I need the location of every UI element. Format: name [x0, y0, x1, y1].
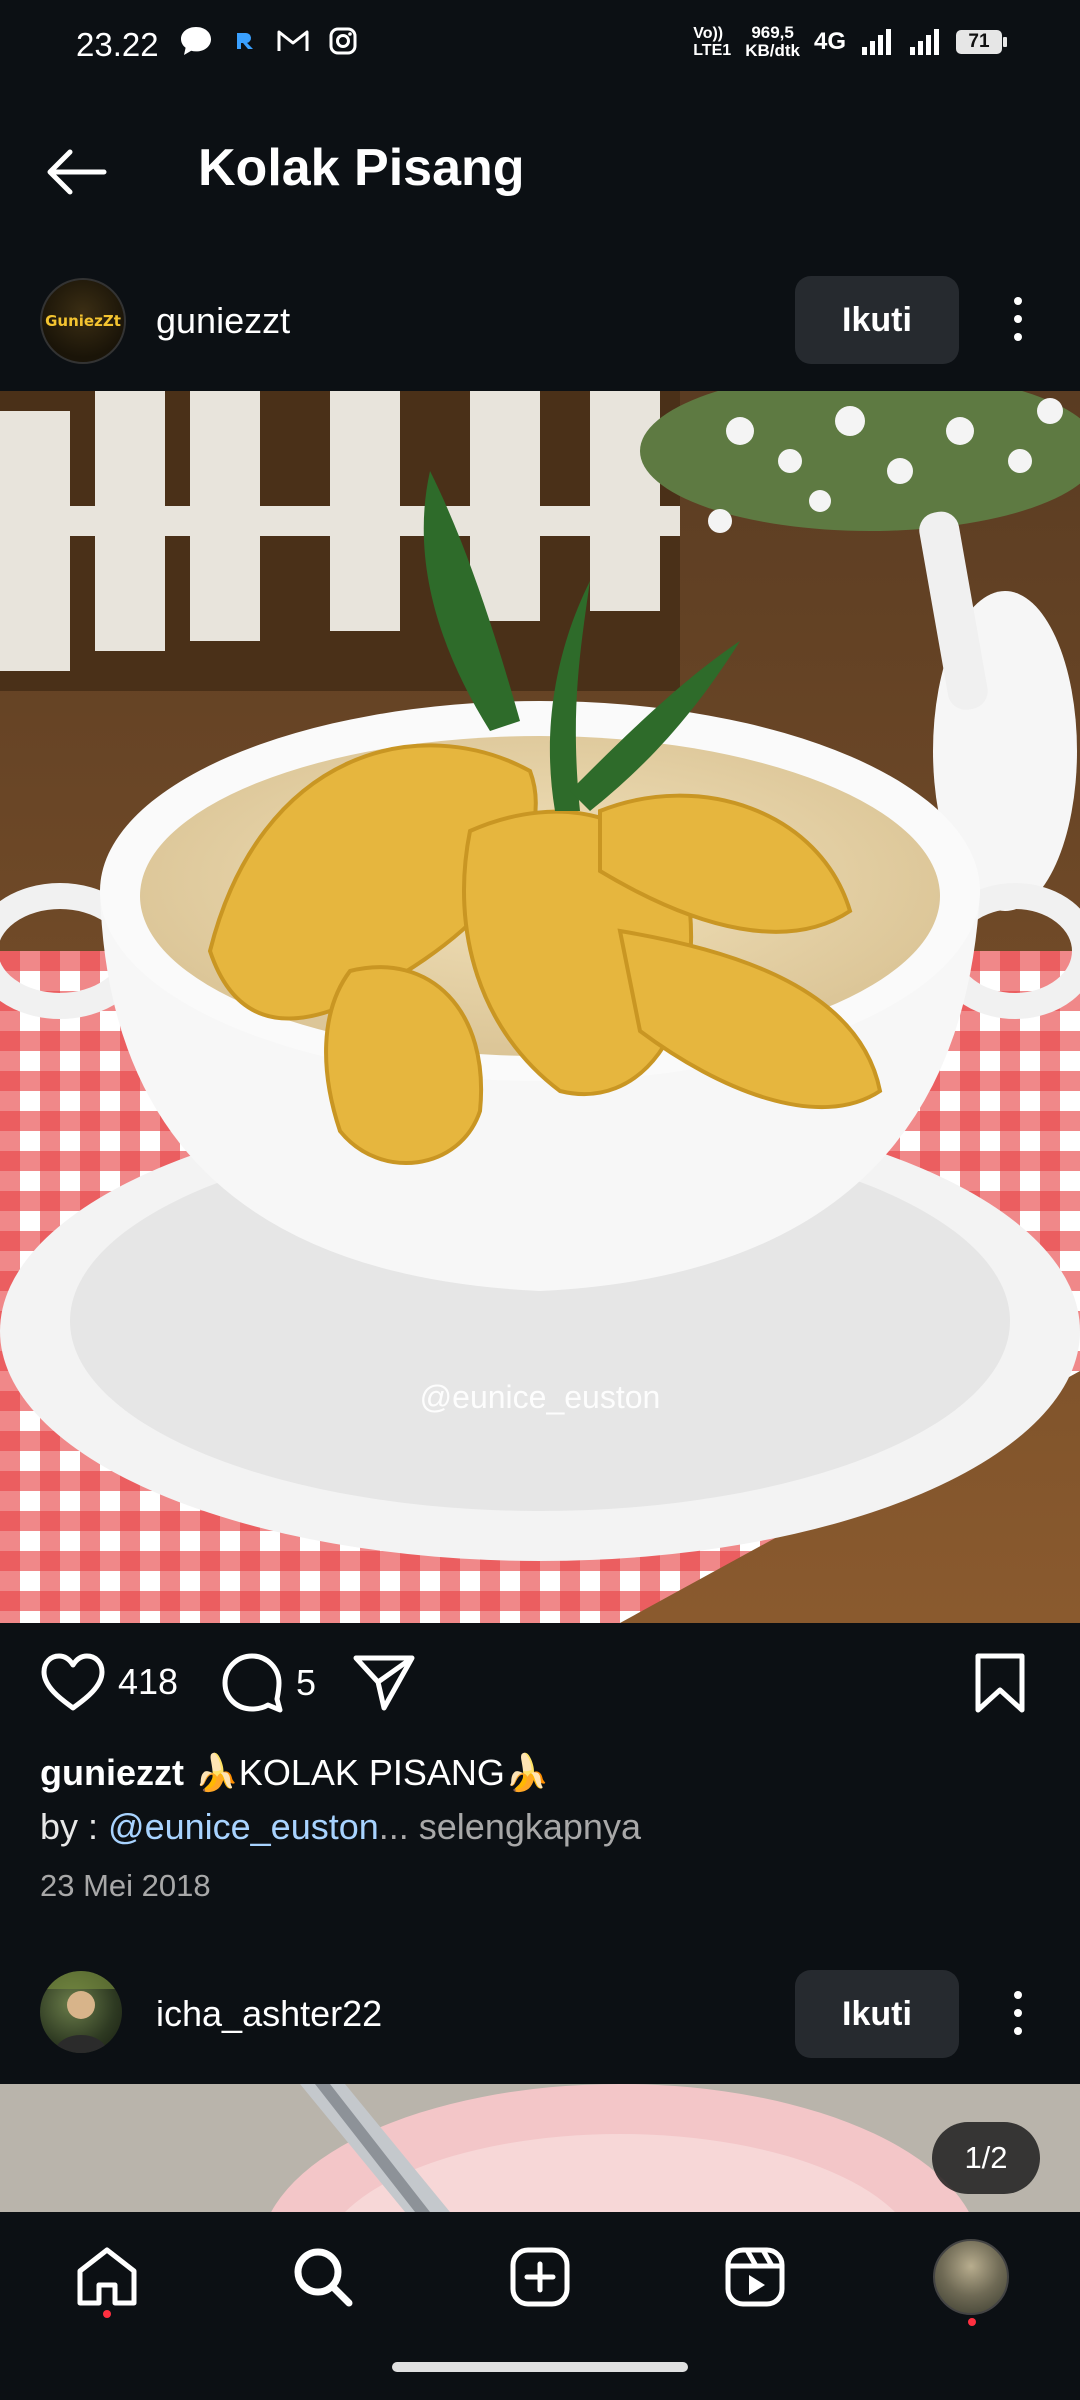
home-indicator[interactable] — [392, 2362, 688, 2372]
caption-text: 🍌KOLAK PISANG🍌 — [183, 1752, 550, 1793]
more-options-button[interactable] — [998, 284, 1038, 354]
nav-create[interactable] — [495, 2232, 585, 2322]
comment-count: 5 — [296, 1662, 317, 1703]
network-type: 4G — [813, 28, 846, 55]
signal-icon — [862, 29, 891, 55]
nav-profile[interactable] — [926, 2232, 1016, 2322]
bookmark-icon — [975, 1653, 1025, 1713]
network-speed-unit: KB/dtk — [745, 41, 800, 60]
create-icon — [510, 2247, 570, 2307]
network-speed-value: 969,5 — [751, 23, 794, 42]
nav-home[interactable] — [62, 2232, 152, 2322]
comment-icon — [222, 1653, 283, 1713]
like-button[interactable]: 418 — [40, 1652, 178, 1712]
reels-icon — [725, 2247, 785, 2307]
back-button[interactable] — [40, 140, 112, 204]
dot — [1014, 1991, 1022, 1999]
dot — [1014, 315, 1022, 323]
post-image[interactable] — [0, 2084, 1080, 2212]
arrow-left-icon — [47, 149, 107, 195]
r-app-icon — [237, 32, 253, 49]
instagram-icon — [329, 27, 357, 55]
profile-avatar — [933, 2239, 1009, 2315]
dot — [1014, 2027, 1022, 2035]
image-watermark: @eunice_euston — [419, 1379, 661, 1415]
avatar[interactable]: GuniezZt — [40, 278, 126, 364]
dot — [1014, 297, 1022, 305]
post-username[interactable]: icha_ashter22 — [156, 1993, 382, 2035]
post-image[interactable] — [0, 391, 1080, 1623]
avatar-logo-text: GuniezZt — [45, 312, 121, 330]
like-count: 418 — [118, 1661, 179, 1702]
chat-bubble-icon — [181, 27, 211, 55]
caption-mention[interactable]: @eunice_euston — [108, 1806, 379, 1847]
post-date: 23 Mei 2018 — [40, 1868, 211, 1903]
follow-button[interactable]: Ikuti — [795, 276, 959, 364]
gmail-icon — [277, 30, 309, 51]
post-photo-partial — [0, 2084, 1080, 2212]
page-title: Kolak Pisang — [198, 139, 525, 197]
battery-indicator: 71 — [956, 30, 1007, 54]
avatar[interactable] — [40, 1971, 122, 2053]
notification-dot — [103, 2310, 111, 2318]
see-more-link[interactable]: ... selengkapnya — [379, 1806, 641, 1847]
send-icon — [353, 1655, 415, 1711]
more-options-button[interactable] — [998, 1978, 1038, 2048]
system-status-icons: Vo)) LTE1 969,5 KB/dtk 4G 71 — [693, 24, 1007, 60]
notification-icons — [178, 24, 358, 58]
signal-icon — [910, 29, 939, 55]
dot — [1014, 333, 1022, 341]
kolak-pisang-photo — [0, 391, 1080, 1623]
network-speed: 969,5 KB/dtk — [745, 24, 800, 60]
caption-username[interactable]: guniezzt — [40, 1752, 184, 1793]
avatar-photo — [40, 1971, 122, 2053]
share-button[interactable] — [352, 1652, 416, 1712]
status-bar: 23.22 Vo)) LTE1 969,5 KB/dtk 4G 71 — [0, 0, 1080, 96]
dot — [1014, 2009, 1022, 2017]
save-button[interactable] — [972, 1652, 1028, 1714]
status-time: 23.22 — [76, 26, 159, 63]
lte-indicator: Vo)) LTE1 — [693, 25, 732, 59]
comment-button[interactable]: 5 — [220, 1652, 316, 1714]
nav-search[interactable] — [278, 2232, 368, 2322]
post-username[interactable]: guniezzt — [156, 300, 290, 342]
home-icon — [77, 2247, 137, 2306]
caption: guniezzt 🍌KOLAK PISANG🍌 — [40, 1752, 550, 1794]
caption-line-2: by : @eunice_euston... selengkapnya — [40, 1806, 641, 1848]
notification-dot — [968, 2318, 976, 2326]
search-icon — [294, 2248, 353, 2307]
follow-button[interactable]: Ikuti — [795, 1970, 959, 2058]
heart-icon — [41, 1653, 105, 1711]
nav-reels[interactable] — [710, 2232, 800, 2322]
caption-by: by : — [40, 1806, 109, 1847]
carousel-page-indicator: 1/2 — [932, 2122, 1040, 2194]
